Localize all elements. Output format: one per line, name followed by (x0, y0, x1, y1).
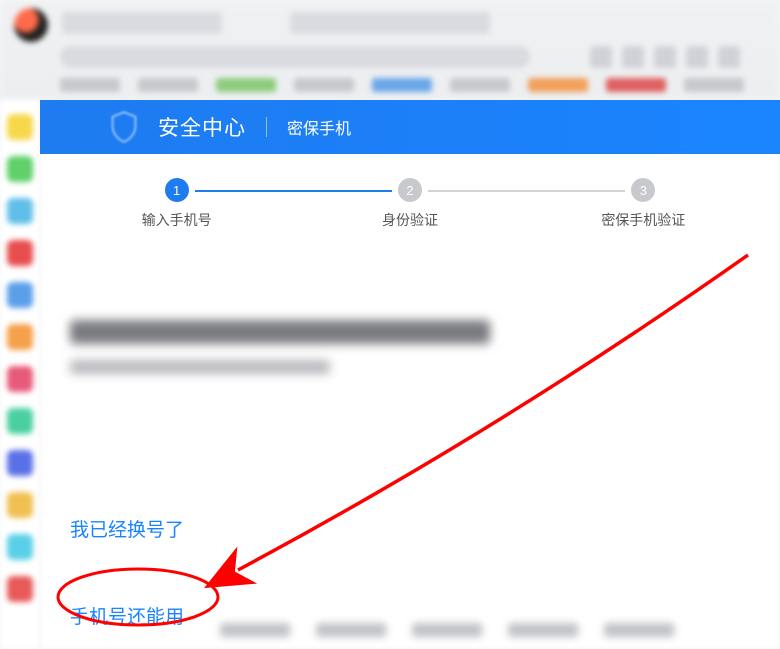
link-number-still-works[interactable]: 手机号还能用 (70, 602, 184, 629)
step-1: 1 输入手机号 (60, 178, 293, 230)
step-3-label: 密保手机验证 (527, 210, 760, 230)
banner-title: 安全中心 (158, 112, 246, 142)
stepper: 1 输入手机号 2 身份验证 3 密保手机验证 (40, 154, 780, 240)
banner: 安全中心 密保手机 (40, 100, 780, 154)
browser-chrome (0, 0, 780, 100)
options: 我已经换号了 手机号还能用 (70, 515, 184, 629)
page-content: 安全中心 密保手机 1 输入手机号 2 身份验证 3 密保手机验证 我已经换号了… (40, 100, 780, 649)
link-changed-number[interactable]: 我已经换号了 (70, 515, 184, 542)
step-2-label: 身份验证 (293, 210, 526, 230)
step-2-dot: 2 (398, 178, 422, 202)
step-1-label: 输入手机号 (60, 210, 293, 230)
browser-sidebar (0, 100, 40, 649)
banner-subtitle: 密保手机 (287, 115, 351, 139)
step-1-dot: 1 (165, 178, 189, 202)
step-3-dot: 3 (631, 178, 655, 202)
step-2: 2 身份验证 (293, 178, 526, 230)
shield-icon (110, 111, 138, 143)
divider (266, 117, 267, 137)
blurred-content (70, 320, 750, 374)
footer-blur (220, 623, 768, 643)
step-3: 3 密保手机验证 (527, 178, 760, 230)
